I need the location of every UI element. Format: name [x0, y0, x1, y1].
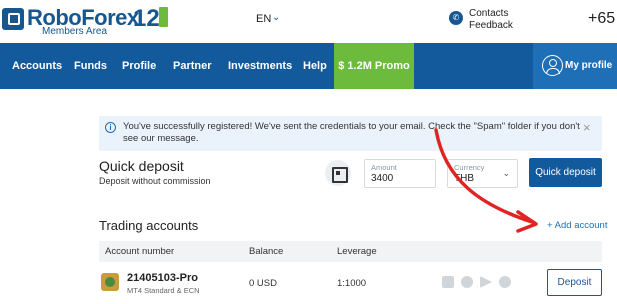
account-type: MT4 Standard & ECN [127, 286, 200, 295]
logo-version: 12 [133, 5, 160, 32]
trading-accounts-title: Trading accounts [99, 218, 199, 233]
account-number[interactable]: 21405103-Pro [127, 272, 198, 284]
amount-value: 3400 [371, 173, 394, 184]
amount-label: Amount [371, 163, 397, 172]
account-balance: 0 USD [249, 278, 277, 289]
metatrader-icon [101, 273, 119, 291]
nav-funds[interactable]: Funds [74, 43, 107, 89]
info-icon: i [105, 122, 116, 133]
nav-accounts[interactable]: Accounts [12, 43, 62, 89]
logo-mark-icon [2, 8, 24, 30]
nav-partner[interactable]: Partner [173, 43, 212, 89]
currency-select[interactable]: Currency THB ⌄ [447, 159, 518, 188]
logo-years-badge [159, 7, 168, 27]
column-header: Leverage [337, 246, 377, 257]
currency-label: Currency [454, 163, 485, 172]
phone-number: +65 [588, 10, 616, 27]
quick-deposit-subtitle: Deposit without commission [99, 176, 211, 186]
column-header: Account number [105, 246, 175, 257]
nav-help[interactable]: Help [303, 43, 327, 89]
globe-icon[interactable] [461, 276, 473, 288]
close-icon[interactable]: × [583, 120, 591, 135]
my-profile-label: My profile [565, 60, 613, 71]
add-account-link[interactable]: + Add account [547, 220, 607, 231]
main-nav: Accounts Funds Profile Partner Investmen… [0, 43, 617, 89]
accounts-table-header: Account number Balance Leverage [99, 241, 602, 262]
chevron-down-icon: ⌄ [502, 168, 510, 178]
windows-icon[interactable] [442, 276, 454, 288]
roboforex-logo[interactable]: RoboForex 12 Members Area [2, 5, 172, 37]
contacts-link[interactable]: Contacts Feedback [469, 8, 513, 32]
nav-investments[interactable]: Investments [228, 43, 292, 89]
contacts-label: Contacts [469, 8, 509, 19]
registration-alert: i You've successfully registered! We've … [99, 116, 602, 151]
currency-value: THB [454, 173, 474, 184]
phone-icon[interactable]: ✆ [449, 11, 463, 25]
quick-deposit-button[interactable]: Quick deposit [529, 158, 602, 187]
feedback-label: Feedback [469, 20, 513, 31]
qr-code-icon[interactable] [325, 160, 351, 186]
deposit-button[interactable]: Deposit [547, 269, 602, 296]
column-header: Balance [249, 246, 284, 257]
quick-deposit-title: Quick deposit [99, 158, 184, 174]
alert-message: You've successfully registered! We've se… [123, 121, 580, 144]
nav-promo[interactable]: $ 1.2M Promo [334, 43, 414, 89]
nav-profile[interactable]: Profile [122, 43, 156, 89]
apple-icon[interactable] [499, 276, 511, 288]
my-profile-button[interactable]: My profile [533, 43, 617, 89]
logo-subtitle: Members Area [42, 26, 108, 37]
amount-field[interactable]: Amount 3400 [364, 159, 436, 188]
android-icon[interactable] [480, 276, 492, 288]
language-selector[interactable]: EN [256, 13, 271, 25]
top-header: RoboForex 12 Members Area EN ⌄ ✆ Contact… [0, 0, 617, 43]
account-leverage: 1:1000 [337, 278, 367, 289]
chevron-down-icon[interactable]: ⌄ [272, 12, 280, 23]
arrow-head [516, 210, 538, 233]
table-row[interactable]: 21405103-Pro MT4 Standard & ECN 0 USD 1:… [99, 262, 602, 304]
user-icon [542, 55, 563, 76]
